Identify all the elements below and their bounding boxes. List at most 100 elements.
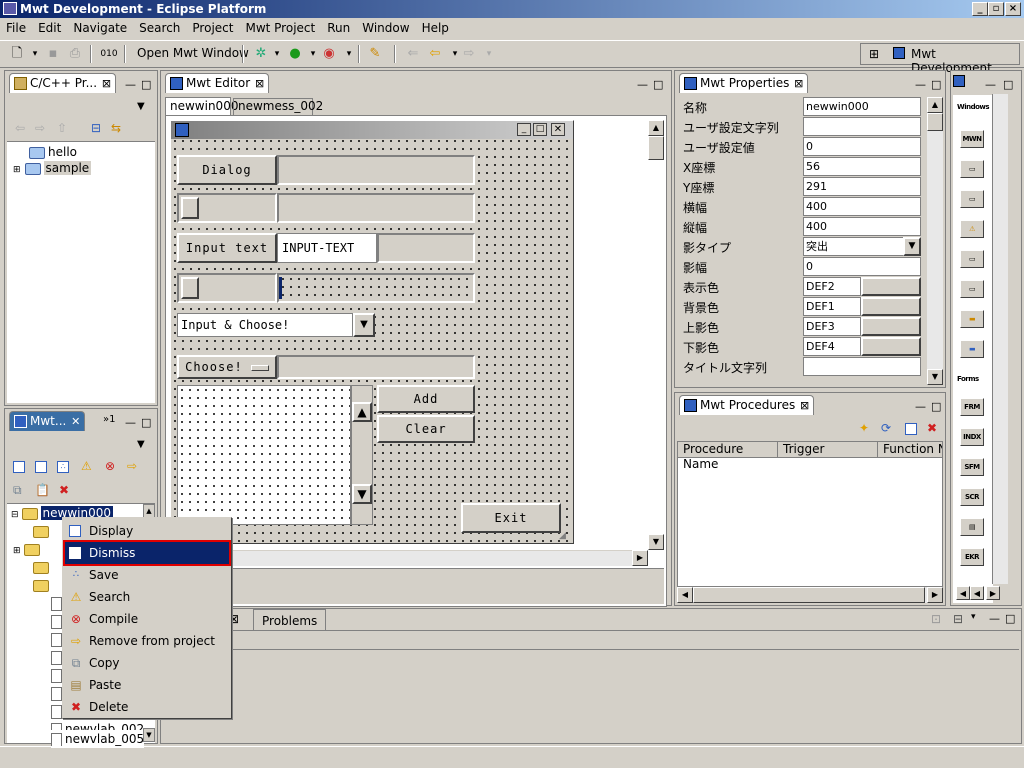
arrow-right-icon[interactable]: ⇨ — [127, 459, 137, 473]
menu-item-copy[interactable]: ⧉ Copy — [65, 652, 229, 674]
collapse-icon[interactable]: ⊟ — [11, 510, 19, 520]
scroll-down-button[interactable]: ▼ — [143, 728, 155, 742]
property-value-field[interactable]: 56 — [803, 157, 921, 176]
open-mwt-window-button[interactable]: Open Mwt Window — [137, 46, 249, 60]
horizontal-scroll-thumb[interactable] — [693, 587, 925, 603]
close-icon[interactable]: ⊠ — [255, 74, 264, 93]
menu-navigate[interactable]: Navigate — [67, 18, 133, 38]
binary-icon[interactable]: 010 — [100, 46, 118, 62]
palette-item-ekr[interactable]: EKR — [960, 548, 984, 566]
view-menu-icon[interactable]: ▼ — [137, 101, 145, 112]
close-button[interactable]: × — [1005, 2, 1021, 16]
menu-item-compile[interactable]: ⊗ Compile — [65, 608, 229, 630]
copy-icon[interactable]: ⧉ — [13, 483, 22, 498]
collapse-all-icon[interactable]: ⊟ — [91, 121, 101, 135]
window-icon[interactable] — [35, 461, 47, 473]
tree-item[interactable] — [33, 522, 52, 540]
tab-mwt-properties[interactable]: Mwt Properties ⊠ — [679, 73, 809, 93]
scroll-right-button[interactable]: ▶ — [927, 587, 943, 603]
vertical-scroll-thumb[interactable] — [648, 136, 664, 160]
subtab-newwin000[interactable]: newwin000 — [165, 97, 238, 115]
palette-item[interactable]: ▭ — [960, 190, 984, 208]
tab-mwt-procedures[interactable]: Mwt Procedures ⊠ — [679, 395, 815, 415]
dropdown-icon[interactable]: ▾ — [268, 46, 286, 62]
menu-file[interactable]: File — [0, 18, 32, 38]
tree-item[interactable] — [33, 576, 52, 594]
tree-item[interactable]: ⊞ — [13, 540, 43, 558]
tab-problems[interactable]: Problems — [253, 609, 327, 631]
property-value-field[interactable]: DEF3 — [803, 317, 861, 336]
slider-track[interactable] — [177, 273, 277, 303]
scroll-down-button[interactable]: ▼ — [648, 534, 664, 550]
window-icon[interactable] — [13, 461, 25, 473]
scroll-left-button[interactable]: ◀ — [677, 587, 693, 603]
next-icon[interactable]: ⇨ — [460, 46, 478, 62]
maximize-icon[interactable]: □ — [141, 74, 153, 91]
slider-field[interactable] — [277, 193, 475, 223]
tab-mwt-navigator[interactable]: Mwt... ✕ — [9, 411, 86, 431]
color-picker-button[interactable] — [861, 337, 921, 356]
close-icon[interactable]: ⊠ — [794, 74, 803, 93]
input-text-button[interactable]: Input text — [177, 233, 277, 263]
color-picker-button[interactable] — [861, 277, 921, 296]
print-icon[interactable]: ⎙ — [66, 46, 84, 62]
new-procedure-icon[interactable]: ✦ — [859, 421, 869, 435]
minimize-icon[interactable]: — — [985, 74, 997, 91]
scroll-up-button[interactable]: ▲ — [143, 504, 155, 518]
input-text-field[interactable]: INPUT-TEXT — [277, 233, 377, 263]
palette-item-warning[interactable]: ⚠ — [960, 220, 984, 238]
prev-icon[interactable]: ⇦ — [426, 46, 444, 62]
link-editor-icon[interactable]: ⇆ — [111, 121, 121, 135]
maximize-icon[interactable]: □ — [931, 74, 943, 91]
tab-mwt-editor[interactable]: Mwt Editor ⊠ — [165, 73, 270, 93]
dropdown-icon[interactable]: ▼ — [903, 237, 921, 256]
menu-search[interactable]: Search — [133, 18, 186, 38]
menu-item-remove-from-project[interactable]: ⇨ Remove from project — [65, 630, 229, 652]
resize-grip-icon[interactable]: ◢ — [559, 531, 566, 541]
dropdown-icon[interactable]: ▾ — [26, 46, 44, 62]
close-icon[interactable]: ✕ — [71, 412, 80, 431]
menu-mwt-project[interactable]: Mwt Project — [239, 18, 321, 38]
maximize-icon[interactable]: □ — [653, 74, 665, 91]
property-value-field[interactable] — [803, 357, 921, 376]
color-picker-button[interactable] — [861, 317, 921, 336]
property-value-field[interactable]: newwin000 — [803, 97, 921, 116]
palette-item[interactable]: ▭ — [960, 280, 984, 298]
scroll-up-button[interactable]: ▲ — [648, 120, 664, 136]
menu-item-display[interactable]: Display — [65, 520, 229, 542]
save-icon[interactable]: ∴ — [57, 461, 69, 473]
delete-icon[interactable]: ✖ — [59, 483, 69, 497]
maximize-icon[interactable]: □ — [1003, 74, 1015, 91]
palette-item[interactable]: ▬ — [960, 340, 984, 358]
column-procedure-name[interactable]: Procedure Name — [678, 442, 778, 471]
palette-item-sfm[interactable]: SFM — [960, 458, 984, 476]
palette-item[interactable]: ▭ — [960, 160, 984, 178]
pen-icon[interactable]: ✎ — [366, 46, 384, 62]
color-picker-button[interactable] — [861, 297, 921, 316]
palette-item-scr[interactable]: SCR — [960, 488, 984, 506]
window-icon[interactable] — [905, 423, 917, 435]
vertical-scroll-thumb[interactable] — [927, 113, 943, 131]
error-icon[interactable]: ⊗ — [105, 459, 115, 473]
column-trigger[interactable]: Trigger — [778, 442, 878, 458]
slider-thumb[interactable] — [181, 197, 199, 219]
maximize-icon[interactable]: □ — [931, 396, 943, 413]
property-value-field[interactable]: 400 — [803, 217, 921, 236]
warning-icon[interactable]: ⚠ — [81, 459, 92, 473]
close-icon[interactable]: ⊠ — [102, 74, 111, 93]
save-icon[interactable]: ▪ — [44, 46, 62, 62]
dialog-button[interactable]: Dialog — [177, 155, 277, 185]
menu-item-dismiss[interactable]: Dismiss — [63, 540, 231, 566]
menu-project[interactable]: Project — [186, 18, 239, 38]
scroll-right-button[interactable]: ▶ — [986, 586, 1000, 600]
palette-item-frm[interactable]: FRM — [960, 398, 984, 416]
minimize-icon[interactable]: — — [989, 612, 1001, 625]
property-value-field[interactable]: DEF2 — [803, 277, 861, 296]
scroll-up-icon[interactable]: ▲ — [352, 402, 372, 422]
display-icon[interactable]: ⊟ — [953, 612, 963, 626]
minimize-icon[interactable]: — — [915, 396, 927, 413]
view-menu-icon[interactable]: ▼ — [137, 439, 145, 450]
property-value-field[interactable]: 0 — [803, 257, 921, 276]
palette-item[interactable]: ▬ — [960, 310, 984, 328]
tree-item[interactable] — [33, 558, 52, 576]
